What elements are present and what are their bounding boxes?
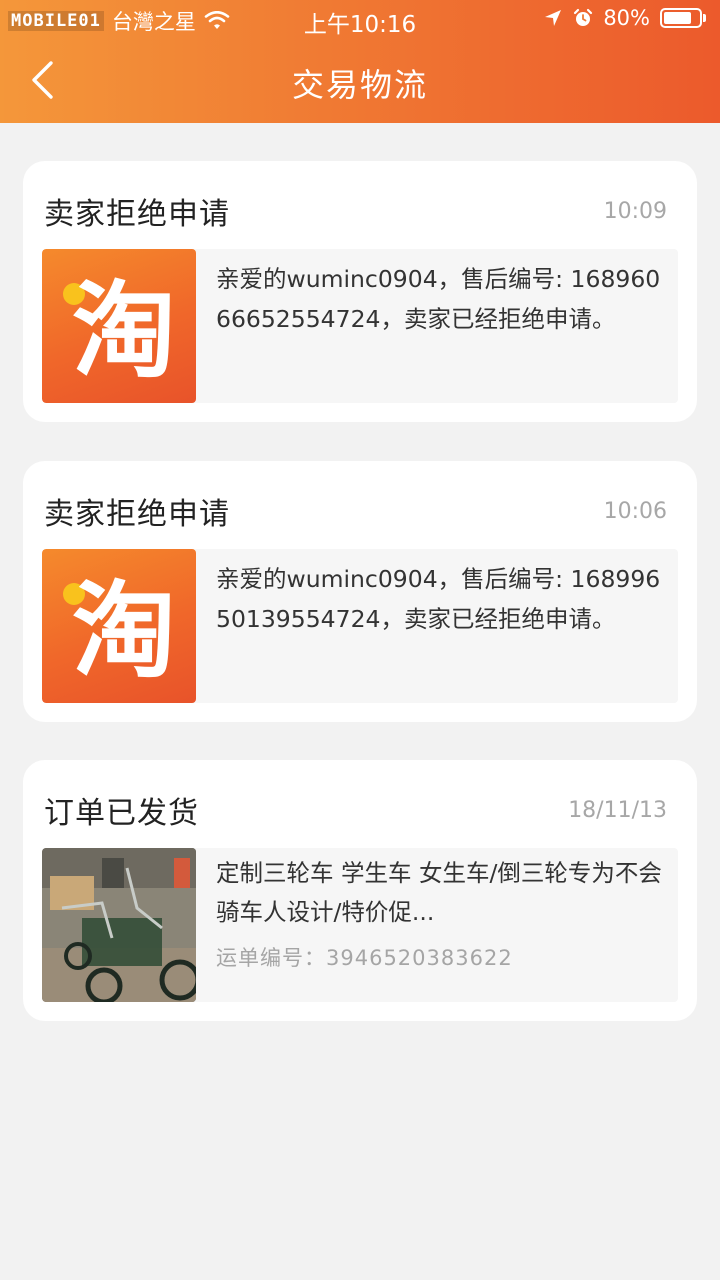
taobao-logo-icon: 淘 <box>63 570 176 692</box>
message-body[interactable]: 淘 亲爱的wuminc0904，售后编号: 16899650139554724，… <box>42 549 678 703</box>
message-time: 10:09 <box>603 199 667 224</box>
message-title: 卖家拒绝申请 <box>44 197 230 232</box>
alarm-icon <box>574 8 593 26</box>
status-bar: MOBILE01 台灣之星 上午10:16 80% <box>0 0 720 40</box>
waybill-number: 运单编号：3946520383622 <box>216 946 513 970</box>
shipment-card[interactable]: 订单已发货 18/11/13 定制三轮车 学生车 女生车/倒三轮专为不会骑车人设… <box>23 760 697 1021</box>
svg-text:淘: 淘 <box>72 570 176 692</box>
message-title: 卖家拒绝申请 <box>44 497 230 532</box>
app-header: MOBILE01 台灣之星 上午10:16 80% 交易物流 <box>0 0 720 123</box>
battery-level <box>664 12 692 24</box>
location-icon <box>545 10 562 26</box>
message-body[interactable]: 定制三轮车 学生车 女生车/倒三轮专为不会骑车人设计/特价促... 运单编号：3… <box>42 848 678 1002</box>
svg-text:淘: 淘 <box>72 270 176 392</box>
status-right: 80% <box>543 6 706 30</box>
nav-bar: 交易物流 <box>0 40 720 123</box>
message-text: 亲爱的wuminc0904，售后编号: 16899650139554724，卖家… <box>216 565 661 633</box>
battery-percent: 80% <box>603 6 650 30</box>
message-body[interactable]: 淘 亲爱的wuminc0904，售后编号: 16896066652554724，… <box>42 249 678 403</box>
battery-icon <box>660 7 706 29</box>
tricycle-image <box>42 848 196 1002</box>
message-card[interactable]: 卖家拒绝申请 10:09 淘 亲爱的wuminc0904，售后编号: 16896… <box>23 161 697 422</box>
message-title: 订单已发货 <box>44 796 199 831</box>
message-time: 18/11/13 <box>568 798 667 823</box>
taobao-logo-icon: 淘 <box>63 270 176 392</box>
product-title: 定制三轮车 学生车 女生车/倒三轮专为不会骑车人设计/特价促... <box>216 859 662 926</box>
page-title: 交易物流 <box>291 66 428 104</box>
message-card[interactable]: 卖家拒绝申请 10:06 淘 亲爱的wuminc0904，售后编号: 16899… <box>23 461 697 722</box>
taobao-logo-thumbnail: 淘 <box>42 249 196 403</box>
taobao-logo-thumbnail: 淘 <box>42 549 196 703</box>
product-thumbnail <box>42 848 196 1002</box>
message-time: 10:06 <box>603 499 667 524</box>
message-text: 亲爱的wuminc0904，售后编号: 16896066652554724，卖家… <box>216 265 661 333</box>
